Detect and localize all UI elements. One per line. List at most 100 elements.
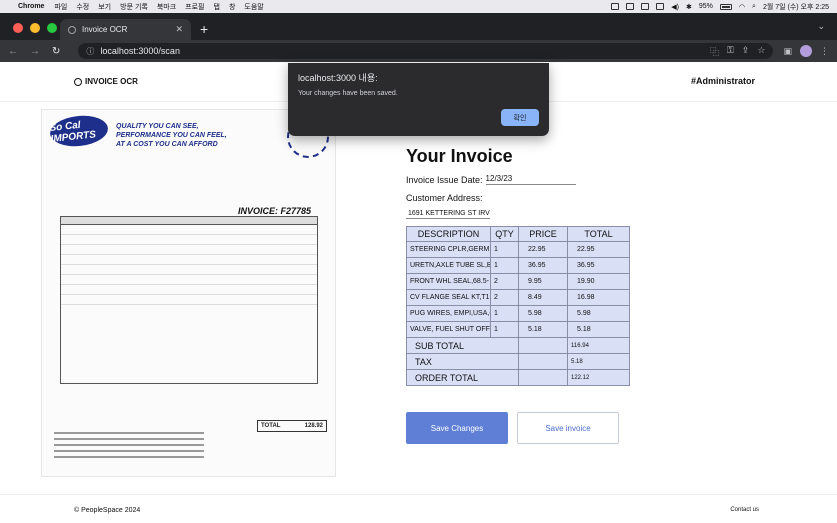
scan-fine-print (54, 450, 204, 452)
dialog-message: Your changes have been saved. (298, 90, 398, 97)
brand-logo[interactable]: INVOICE OCR (74, 77, 138, 86)
key-icon[interactable]: ⚿ (727, 45, 734, 58)
item-price[interactable]: 8.49 (518, 289, 568, 306)
scan-table-header (61, 217, 317, 225)
item-price[interactable]: 5.18 (518, 321, 568, 338)
item-qty[interactable]: 1 (490, 257, 519, 274)
scan-row (61, 225, 317, 235)
tab-strip: Invoice OCR ✕ + ⌄ (0, 13, 837, 40)
menu-profiles[interactable]: 프로필 (185, 2, 204, 12)
status-icon[interactable] (656, 3, 665, 10)
close-window-button[interactable] (13, 23, 23, 33)
side-panel-icon[interactable]: ▣ (783, 46, 792, 57)
scan-row (61, 255, 317, 265)
battery-percent: 95% (698, 3, 713, 10)
star-icon[interactable]: ☆ (757, 45, 765, 58)
dialog-ok-button[interactable]: 확인 (501, 109, 539, 126)
item-qty[interactable]: 1 (490, 321, 519, 338)
address-input[interactable]: 1691 KETTERING ST IRV (406, 209, 490, 219)
item-total: 36.95 (567, 257, 630, 274)
scanned-invoice-image: So Cal IMPORTS QUALITY YOU CAN SEE, PERF… (41, 109, 336, 477)
menu-window[interactable]: 창 (229, 2, 235, 12)
browser-tab[interactable]: Invoice OCR ✕ (60, 19, 191, 40)
item-total: 19.90 (567, 273, 630, 290)
table-header-row: DESCRIPTION QTY PRICE TOTAL (406, 226, 630, 242)
item-price[interactable]: 22.95 (518, 241, 568, 258)
window-controls (13, 23, 57, 33)
zoom-window-button[interactable] (47, 23, 57, 33)
item-description[interactable]: CV FLANGE SEAL KT,T1 (406, 289, 491, 306)
item-qty[interactable]: 1 (490, 305, 519, 322)
menu-bookmarks[interactable]: 북마크 (157, 2, 176, 12)
item-qty[interactable]: 2 (490, 289, 519, 306)
menu-file[interactable]: 파일 (54, 2, 67, 12)
contact-link[interactable]: Contact us (730, 507, 759, 513)
close-icon[interactable]: ✕ (175, 24, 183, 35)
item-description[interactable]: URETN,AXLE TUBE SL,B (406, 257, 491, 274)
issue-date-input[interactable]: 12/3/23 (485, 174, 576, 185)
item-price[interactable]: 36.95 (518, 257, 568, 274)
spacer-cell (518, 353, 568, 370)
table-row: PUG WIRES, EMPI,USA,( 1 5.98 5.98 (406, 305, 630, 322)
dialog-title: localhost:3000 내용: (298, 73, 378, 83)
wifi-icon[interactable]: ◠ (739, 3, 745, 11)
battery-icon[interactable] (719, 3, 732, 10)
item-price[interactable]: 5.98 (518, 305, 568, 322)
address-bar[interactable]: ⓘ localhost:3000/scan ⿻ ⚿ ⇪ ☆ (78, 43, 774, 59)
scan-fine-print (54, 438, 204, 440)
item-description[interactable]: VALVE, FUEL SHUT OFF (406, 321, 491, 338)
item-total: 22.95 (567, 241, 630, 258)
issue-date-row: Invoice Issue Date: 12/3/23 (406, 174, 576, 185)
bluetooth-icon[interactable]: ✱ (686, 3, 692, 11)
menu-app-name[interactable]: Chrome (18, 3, 44, 10)
new-tab-button[interactable]: + (200, 21, 208, 37)
browser-toolbar: ← → ↻ ⓘ localhost:3000/scan ⿻ ⚿ ⇪ ☆ ▣ ⋮ (0, 40, 837, 62)
profile-avatar[interactable] (800, 45, 812, 57)
item-description[interactable]: STEERING CPLR,GERM, (406, 241, 491, 258)
chevron-down-icon[interactable]: ⌄ (817, 21, 825, 32)
menu-edit[interactable]: 수정 (76, 2, 89, 12)
omnibox-actions: ⿻ ⚿ ⇪ ☆ (710, 45, 766, 58)
column-total: TOTAL (567, 226, 630, 242)
item-qty[interactable]: 2 (490, 273, 519, 290)
column-description: DESCRIPTION (406, 226, 491, 242)
menu-history[interactable]: 방문 기록 (120, 2, 148, 12)
scan-row (61, 245, 317, 255)
order-total-value: 122.12 (567, 369, 630, 386)
save-changes-button[interactable]: Save Changes (406, 412, 508, 444)
menu-tab[interactable]: 탭 (214, 2, 220, 12)
slogan-line: QUALITY YOU CAN SEE, (116, 123, 199, 130)
company-logo: So Cal IMPORTS (48, 113, 110, 149)
share-icon[interactable]: ⇪ (742, 45, 750, 58)
info-icon[interactable]: ⓘ (86, 46, 94, 57)
more-icon[interactable]: ⋮ (820, 46, 829, 57)
status-icon[interactable] (641, 3, 650, 10)
item-qty[interactable]: 1 (490, 241, 519, 258)
menu-view[interactable]: 보기 (98, 2, 111, 12)
item-total: 5.98 (567, 305, 630, 322)
minimize-window-button[interactable] (30, 23, 40, 33)
item-total: 16.98 (567, 289, 630, 306)
status-icon[interactable] (611, 3, 620, 10)
forward-icon[interactable]: → (30, 46, 40, 57)
back-icon[interactable]: ← (8, 46, 18, 57)
volume-icon[interactable]: ◀) (671, 3, 679, 11)
status-icon[interactable] (626, 3, 635, 10)
alert-dialog: localhost:3000 내용: Your changes have bee… (288, 63, 549, 136)
search-icon (74, 77, 82, 86)
issue-date-label: Invoice Issue Date: (406, 174, 483, 185)
clock[interactable]: 2월 7일 (수) 오후 2:25 (763, 2, 829, 12)
save-invoice-button[interactable]: Save invoice (517, 412, 619, 444)
item-description[interactable]: PUG WIRES, EMPI,USA,( (406, 305, 491, 322)
reload-icon[interactable]: ↻ (52, 46, 60, 57)
scan-total-box: TOTAL 128.92 (257, 420, 327, 432)
order-total-row: ORDER TOTAL 122.12 (406, 369, 630, 386)
item-price[interactable]: 9.95 (518, 273, 568, 290)
tax-value: 5.18 (567, 353, 630, 370)
search-icon[interactable]: ⌕ (752, 3, 756, 11)
item-description[interactable]: FRONT WHL SEAL,68.5- (406, 273, 491, 290)
toolbar-actions: ▣ ⋮ (783, 45, 829, 57)
menu-help[interactable]: 도움말 (244, 2, 263, 12)
scan-fine-print (54, 432, 204, 434)
translate-icon[interactable]: ⿻ (710, 45, 719, 58)
